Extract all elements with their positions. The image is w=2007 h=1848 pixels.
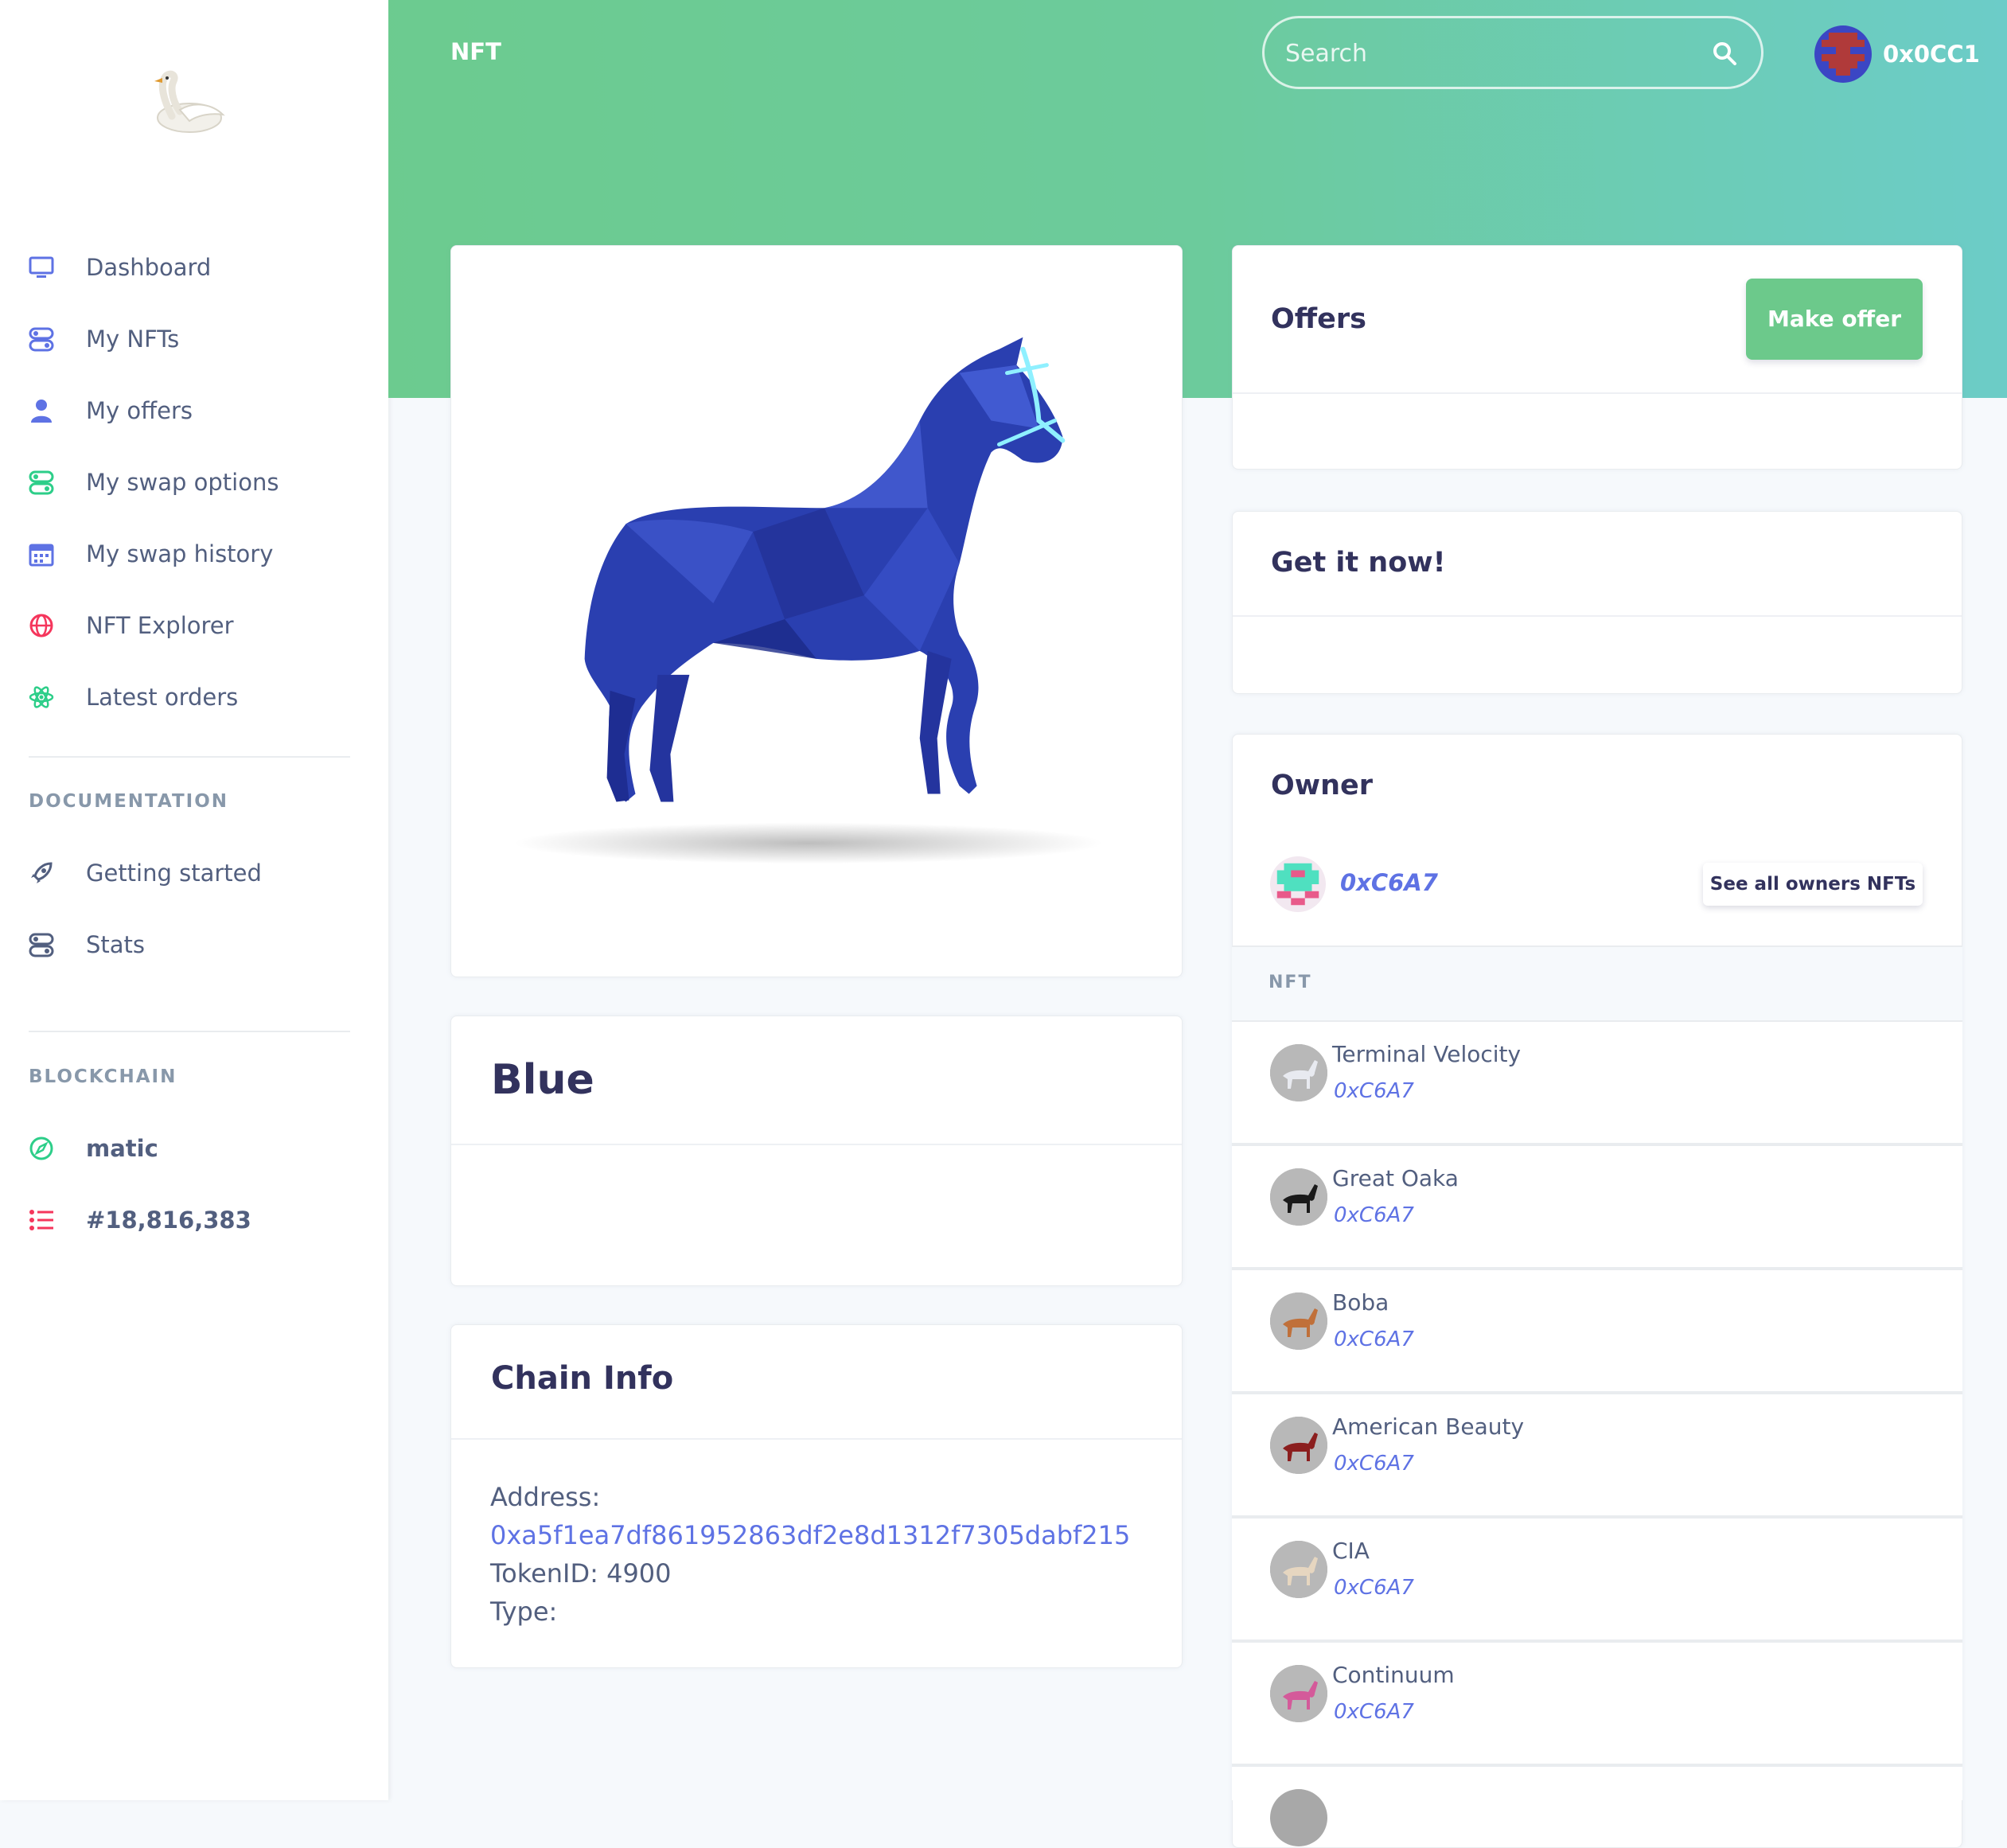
nft-owner-link[interactable]: 0xC6A7 (1334, 1452, 1414, 1476)
nft-name-card: Blue (450, 1016, 1183, 1286)
make-offer-button[interactable]: Make offer (1746, 279, 1923, 360)
see-all-owner-nfts-button[interactable]: See all owners NFTs (1703, 863, 1923, 906)
sidebar-item-my-swap-options[interactable]: My swap options (0, 450, 388, 514)
user-menu[interactable]: 0x0CC1 (1814, 25, 1980, 83)
sidebar-item-label: NFT Explorer (86, 612, 234, 639)
list-item[interactable]: CIA 0xC6A7 (1232, 1519, 1962, 1643)
nft-name: Continuum (1332, 1662, 1455, 1688)
nft-name: Great Oaka (1332, 1165, 1459, 1191)
contract-address-link[interactable]: 0xa5f1ea7df861952863df2e8d1312f7305dabf2… (490, 1520, 1130, 1550)
owner-avatar[interactable] (1270, 856, 1326, 912)
sidebar-item-stats[interactable]: Stats (0, 913, 388, 977)
list-item[interactable]: Boba 0xC6A7 (1232, 1270, 1962, 1394)
sidebar-item-label: matic (86, 1135, 158, 1162)
list-item[interactable]: Continuum 0xC6A7 (1232, 1643, 1962, 1767)
owner-title: Owner (1271, 770, 1374, 801)
calendar-icon (29, 541, 54, 567)
sidebar-divider (29, 756, 350, 758)
offers-title: Offers (1271, 303, 1366, 335)
list-item[interactable]: American Beauty 0xC6A7 (1232, 1394, 1962, 1519)
horse-thumbnail-icon (1270, 1541, 1327, 1598)
list-item[interactable]: Terminal Velocity 0xC6A7 (1232, 1022, 1962, 1146)
nft-owner-link[interactable]: 0xC6A7 (1334, 1203, 1414, 1227)
list-icon (29, 1207, 54, 1233)
sidebar-item-label: #18,816,383 (86, 1207, 251, 1234)
nft-name: Boba (1332, 1289, 1389, 1316)
horse-thumbnail-icon (1270, 1665, 1327, 1722)
sidebar-item-my-offers[interactable]: My offers (0, 379, 388, 443)
sidebar-item-label: Stats (86, 931, 146, 958)
documentation-heading: DOCUMENTATION (29, 791, 229, 812)
nft-owner-link[interactable]: 0xC6A7 (1334, 1700, 1414, 1724)
swan-logo-icon[interactable] (148, 68, 228, 140)
card-divider (451, 1438, 1182, 1440)
user-name: 0x0CC1 (1883, 41, 1980, 68)
toggles-icon (29, 326, 54, 352)
sidebar-item-block-number[interactable]: #18,816,383 (0, 1188, 388, 1252)
nft-column-header: NFT (1269, 973, 1312, 992)
nft-owner-link[interactable]: 0xC6A7 (1334, 1576, 1414, 1600)
sidebar-item-label: Dashboard (86, 254, 212, 281)
card-divider (1233, 615, 1962, 617)
sidebar-item-nft-explorer[interactable]: NFT Explorer (0, 594, 388, 657)
sidebar-item-latest-orders[interactable]: Latest orders (0, 665, 388, 729)
user-icon (29, 398, 54, 423)
sidebar-item-label: My swap history (86, 540, 274, 567)
get-it-now-card: Get it now! (1232, 511, 1962, 694)
sidebar-divider (29, 1031, 350, 1032)
nft-name: Blue (491, 1056, 594, 1104)
nft-table-header: NFT (1232, 945, 1962, 1022)
chain-info-title: Chain Info (491, 1360, 674, 1397)
list-item[interactable]: Great Oaka 0xC6A7 (1232, 1146, 1962, 1270)
type-label: Type: (490, 1597, 558, 1627)
horse-thumbnail-icon (1270, 1168, 1327, 1226)
token-id: TokenID: 4900 (490, 1558, 672, 1589)
sidebar-item-my-nfts[interactable]: My NFTs (0, 307, 388, 371)
page-title: NFT (450, 38, 501, 65)
list-item[interactable] (1232, 1767, 1962, 1846)
nft-image[interactable] (451, 246, 1182, 977)
blockchain-heading: BLOCKCHAIN (29, 1066, 177, 1087)
card-divider (451, 1144, 1182, 1145)
search-box[interactable] (1262, 16, 1763, 89)
globe-icon (29, 613, 54, 638)
nft-name: Terminal Velocity (1332, 1041, 1522, 1067)
horse-thumbnail-icon (1270, 1292, 1327, 1350)
address-label: Address: (490, 1482, 601, 1512)
sidebar: Dashboard My NFTs My offers My swap opti… (0, 0, 388, 1800)
nft-image-card (450, 245, 1183, 977)
sidebar-item-label: My swap options (86, 469, 279, 496)
avatar[interactable] (1814, 25, 1872, 83)
search-icon[interactable] (1712, 41, 1737, 66)
sidebar-item-getting-started[interactable]: Getting started (0, 841, 388, 905)
nft-name: American Beauty (1332, 1413, 1525, 1440)
sidebar-item-network[interactable]: matic (0, 1117, 388, 1180)
search-input[interactable] (1284, 18, 1701, 88)
sidebar-item-label: Getting started (86, 860, 262, 887)
sidebar-item-label: My offers (86, 397, 193, 424)
owner-address-link[interactable]: 0xC6A7 (1340, 869, 1438, 896)
horse-thumbnail-icon (1270, 1044, 1327, 1101)
get-it-now-title: Get it now! (1271, 547, 1446, 579)
horse-thumbnail-icon (1270, 1789, 1327, 1846)
toggles-icon (29, 932, 54, 957)
card-divider (1233, 392, 1962, 394)
sidebar-item-my-swap-history[interactable]: My swap history (0, 522, 388, 586)
horse-thumbnail-icon (1270, 1417, 1327, 1474)
monitor-icon (29, 255, 54, 280)
nft-owner-link[interactable]: 0xC6A7 (1334, 1328, 1414, 1351)
rocket-icon (29, 860, 54, 886)
sidebar-item-label: My NFTs (86, 326, 180, 353)
sidebar-item-dashboard[interactable]: Dashboard (0, 236, 388, 299)
toggles-icon (29, 470, 54, 495)
atom-icon (29, 684, 54, 710)
nft-name: CIA (1332, 1538, 1370, 1564)
compass-icon (29, 1136, 54, 1161)
nft-owner-link[interactable]: 0xC6A7 (1334, 1079, 1414, 1103)
sidebar-item-label: Latest orders (86, 684, 239, 711)
